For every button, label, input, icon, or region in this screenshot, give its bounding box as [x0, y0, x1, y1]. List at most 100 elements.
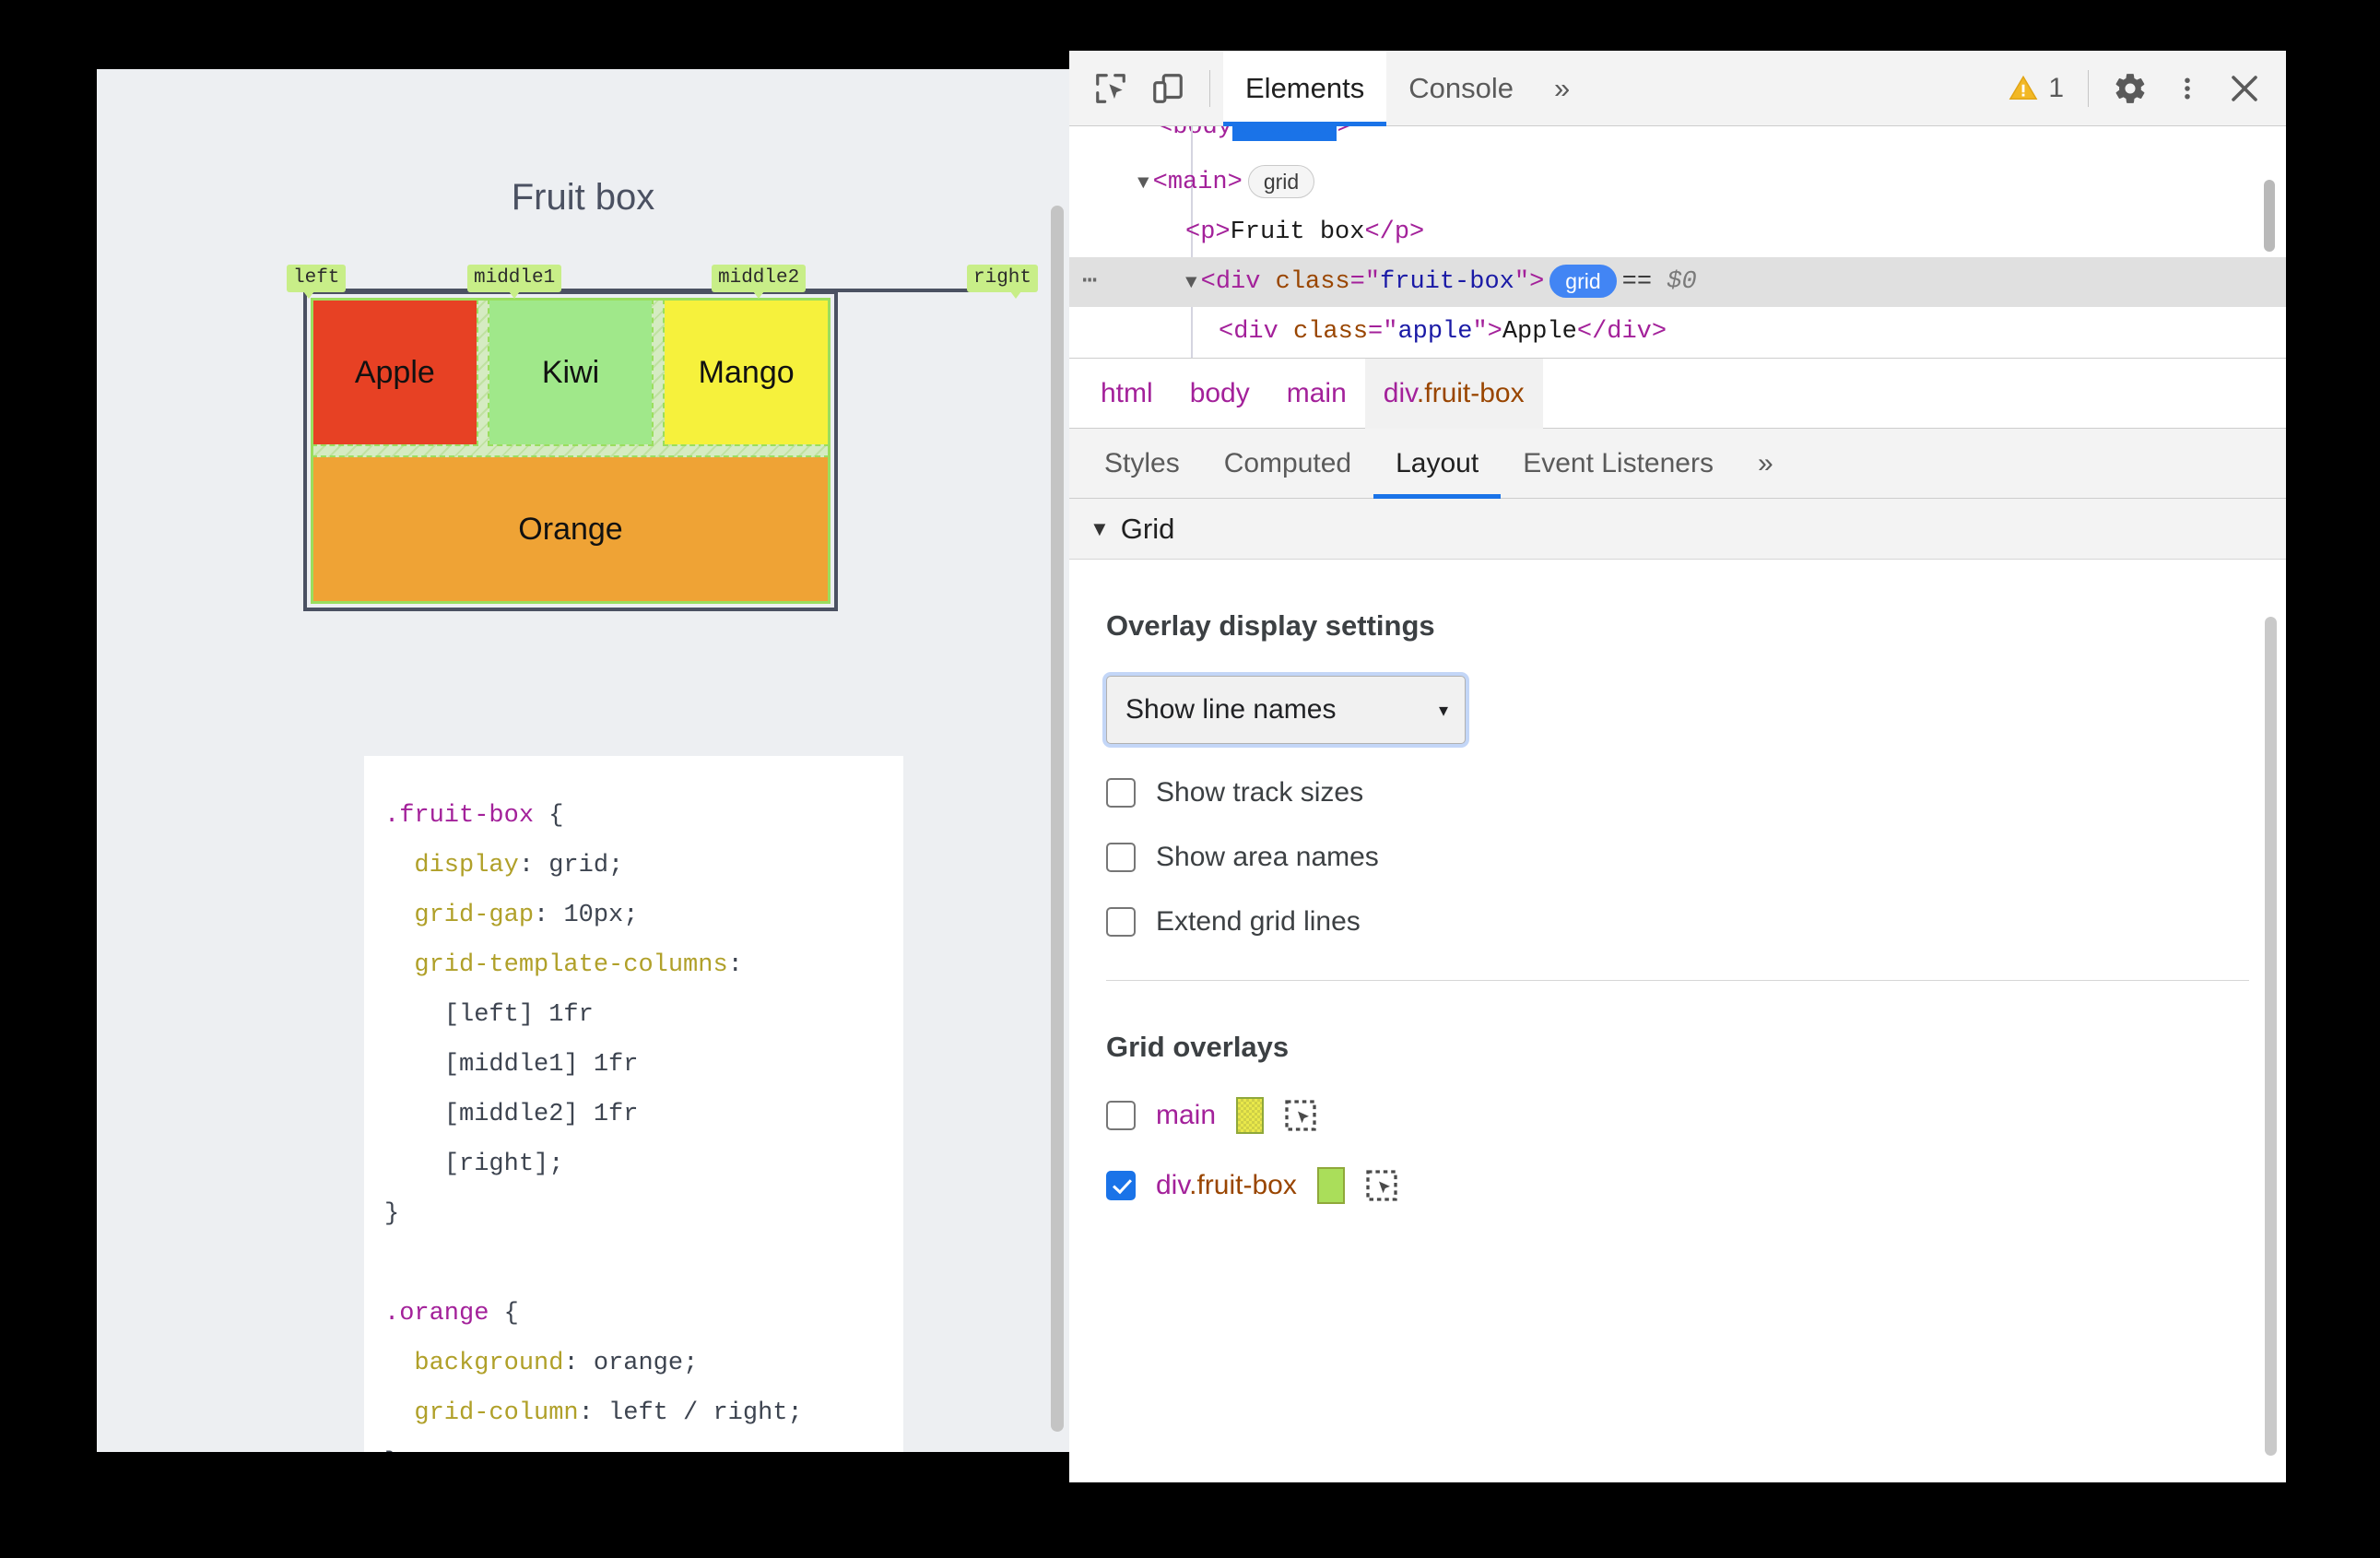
kebab-menu-icon[interactable] — [2159, 63, 2216, 114]
code-col-left: [left] 1fr — [443, 1001, 594, 1029]
chevron-down-icon[interactable]: ▼ — [1090, 517, 1110, 541]
warning-triangle-icon — [2009, 75, 2038, 100]
dom-tag-div: div — [1215, 268, 1261, 296]
grid-badge-main[interactable]: grid — [1247, 164, 1315, 198]
checkbox-overlay-main[interactable] — [1106, 1101, 1136, 1130]
grid-section-header[interactable]: ▼ Grid — [1069, 499, 2286, 560]
breadcrumb-class: .fruit-box — [1416, 377, 1525, 408]
select-element-icon-fruit-box[interactable] — [1365, 1169, 1398, 1202]
tab-console[interactable]: Console — [1386, 51, 1536, 126]
dom-ellipsis-icon[interactable]: ⋯ — [1082, 257, 1099, 307]
tab-computed[interactable]: Computed — [1202, 429, 1373, 499]
breadcrumb-item-html[interactable]: html — [1082, 359, 1172, 429]
dom-attr-value-apple: apple — [1397, 318, 1473, 346]
breadcrumb-tag: div — [1383, 377, 1417, 408]
checkbox-row-show-area-names[interactable]: Show area names — [1106, 842, 2286, 873]
code-val-grid-gap: 10px — [563, 902, 624, 929]
dom-text-fruit-box: Fruit box — [1230, 218, 1365, 246]
dom-attr-class: class — [1275, 268, 1350, 296]
checkbox-row-show-track-sizes[interactable]: Show track sizes — [1106, 777, 2286, 809]
checkbox-extend-grid-lines[interactable] — [1106, 907, 1136, 937]
tab-elements[interactable]: Elements — [1223, 50, 1387, 126]
grid-overlay-row-fruit-box[interactable]: div.fruit-box — [1106, 1167, 2286, 1204]
grid-panel-body: Overlay display settings Show line names… — [1069, 609, 2286, 1482]
dom-tag-div-apple: div — [1233, 318, 1278, 346]
code-val-grid-column: left / right — [608, 1399, 788, 1427]
code-prop-grid-column: grid-column — [414, 1399, 579, 1427]
dom-eq: == — [1621, 268, 1653, 296]
css-code-block: .fruit-box { display: grid; grid-gap: 10… — [384, 802, 803, 1452]
grid-badge-fruit-box[interactable]: grid — [1549, 264, 1617, 298]
label-extend-grid-lines: Extend grid lines — [1156, 906, 1361, 937]
breadcrumb-item-main[interactable]: main — [1268, 359, 1365, 429]
dom-row-p[interactable]: <p>Fruit box</p> — [1069, 207, 2286, 257]
toolbar-divider-left — [1209, 69, 1210, 107]
grid-cell-mango: Mango — [663, 299, 830, 446]
page-title: Fruit box — [511, 177, 655, 218]
overlay-display-settings-title: Overlay display settings — [1106, 609, 1435, 642]
color-swatch-main[interactable] — [1236, 1097, 1265, 1134]
dom-tree: <bodyxxxxxxx> ▼ <main> grid <p>Fruit box</… — [1069, 126, 2286, 359]
select-element-icon-main[interactable] — [1284, 1099, 1317, 1132]
label-show-area-names: Show area names — [1156, 842, 1379, 872]
dom-row-main[interactable]: ▼ <main> grid — [1069, 158, 2286, 207]
dom-row-apple[interactable]: <div class="apple">Apple</div> — [1069, 307, 2286, 357]
grid-line-name-left: left — [287, 265, 347, 299]
label-show-track-sizes: Show track sizes — [1156, 777, 1364, 808]
grid-section-title: Grid — [1120, 512, 1175, 545]
overlay-class-fruit-box: .fruit-box — [1189, 1170, 1297, 1200]
code-col-right: [right]; — [443, 1151, 564, 1178]
dom-row-partial: <bodyxxxxxxx> — [1158, 126, 1352, 141]
grid-panel-scrollbar[interactable] — [2265, 617, 2277, 1456]
chevron-down-icon-select: ▾ — [1438, 700, 1448, 721]
code-prop-grid-gap: grid-gap — [414, 902, 535, 929]
devtools-panel: Elements Console » 1 <bodyxxxxxxx> ▼ <ma… — [1069, 50, 2286, 1482]
overlay-name-main: main — [1156, 1100, 1217, 1130]
grid-overlay-row-main[interactable]: main — [1106, 1097, 2286, 1134]
more-sidebar-tabs-chevron-icon[interactable]: » — [1736, 429, 1796, 499]
color-swatch-fruit-box[interactable] — [1316, 1167, 1345, 1204]
tab-layout[interactable]: Layout — [1373, 429, 1502, 499]
warning-indicator[interactable]: 1 — [1997, 73, 2075, 104]
breadcrumb-item-div-fruit-box[interactable]: div.fruit-box — [1364, 358, 1543, 429]
toolbar-divider-right — [2088, 69, 2089, 107]
dom-tag-p-open: p — [1200, 218, 1216, 246]
checkbox-overlay-fruit-box[interactable] — [1106, 1171, 1136, 1200]
checkbox-row-extend-grid-lines[interactable]: Extend grid lines — [1106, 906, 2286, 938]
dom-tag-main: main — [1167, 169, 1228, 196]
grid-cell-kiwi: Kiwi — [487, 299, 654, 446]
page-viewport: Fruit box left middle1 middle2 right App… — [97, 69, 1069, 1452]
code-prop-display: display — [414, 852, 519, 879]
grid-line-name-middle1: middle1 — [467, 265, 562, 299]
warning-count: 1 — [2048, 72, 2064, 103]
checkbox-show-area-names[interactable] — [1106, 843, 1136, 872]
dom-row-fruit-box[interactable]: ⋯ ▼ <div class="fruit-box"> grid == $0 — [1069, 257, 2286, 307]
grid-line-name-right: right — [967, 265, 1039, 299]
dom-partial-tag: body — [1172, 126, 1233, 141]
expand-triangle-icon[interactable]: ▼ — [1137, 159, 1149, 209]
code-prop-grid-template-columns: grid-template-columns — [414, 951, 728, 979]
tab-event-listeners[interactable]: Event Listeners — [1501, 429, 1736, 499]
page-scrollbar[interactable] — [1051, 206, 1064, 1432]
device-toolbar-icon[interactable] — [1139, 63, 1196, 114]
grid-overlays-title: Grid overlays — [1106, 1031, 1290, 1063]
code-val-background: orange — [593, 1350, 684, 1377]
grid-cell-orange: Orange — [312, 455, 830, 603]
close-icon[interactable] — [2216, 63, 2273, 114]
code-col-middle2: [middle2] 1fr — [443, 1101, 639, 1128]
dom-tree-scrollbar[interactable] — [2264, 180, 2275, 252]
dom-tag-p-close: p — [1394, 218, 1410, 246]
breadcrumb-item-body[interactable]: body — [1172, 359, 1268, 429]
expand-triangle-icon-fruitbox[interactable]: ▼ — [1185, 259, 1197, 309]
code-prop-background: background — [414, 1350, 564, 1377]
overlay-display-select[interactable]: Show line names ▾ — [1106, 676, 1466, 744]
tab-styles[interactable]: Styles — [1082, 429, 1202, 499]
grid-cell-apple: Apple — [312, 299, 478, 446]
inspect-cursor-icon[interactable] — [1082, 63, 1139, 114]
code-col-middle1: [middle1] 1fr — [443, 1051, 639, 1079]
breadcrumb: html body main div.fruit-box — [1069, 358, 2286, 429]
more-tabs-chevron-icon[interactable]: » — [1536, 72, 1588, 105]
checkbox-show-track-sizes[interactable] — [1106, 778, 1136, 808]
dom-text-apple: Apple — [1502, 318, 1577, 346]
gear-icon[interactable] — [2102, 63, 2159, 114]
